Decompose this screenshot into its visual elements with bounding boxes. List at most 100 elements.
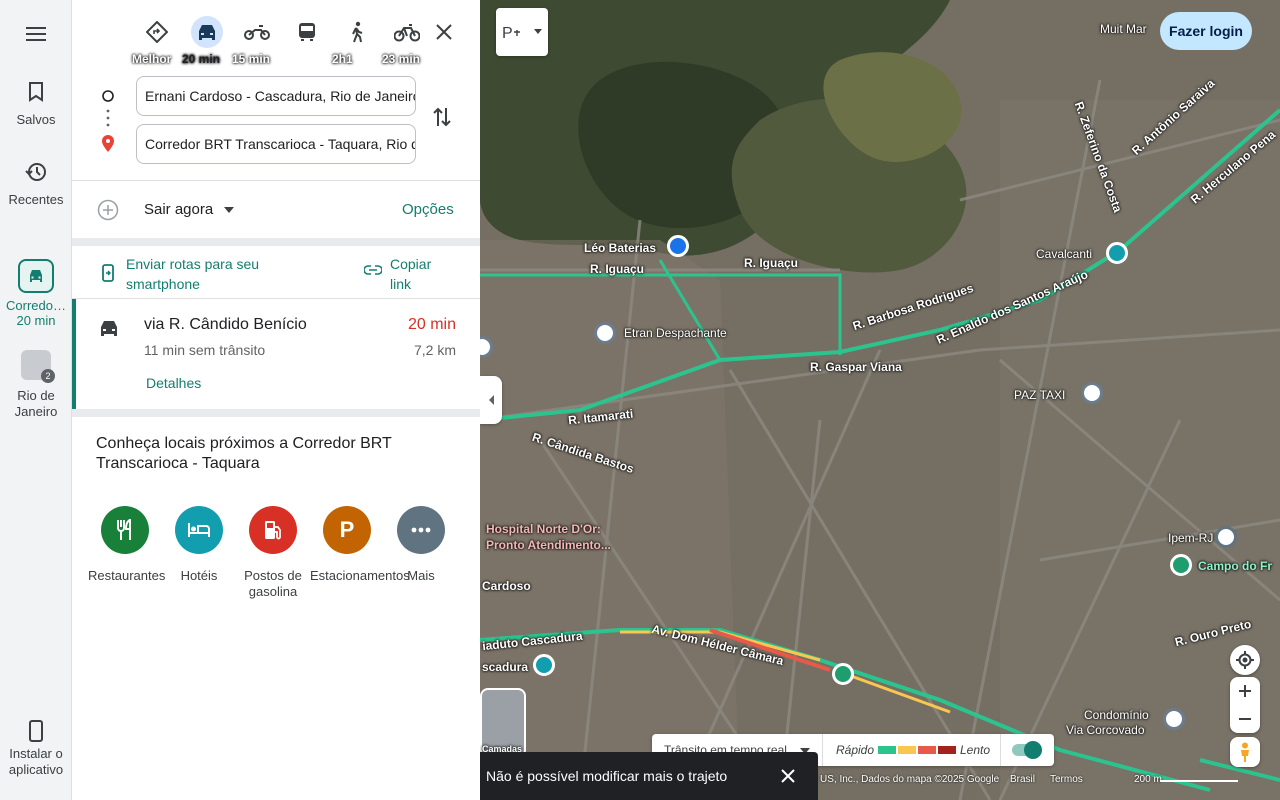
destination-input[interactable]: Corredor BRT Transcarioca - Taquara, Rio…	[136, 124, 416, 164]
poi-pin-icon[interactable]	[1081, 382, 1103, 404]
options-button[interactable]: Opções	[402, 201, 454, 218]
my-location-button[interactable]	[1230, 645, 1260, 675]
nearby-categories: Restaurantes Hotéis Postos de gasolina P…	[88, 506, 458, 600]
category-restaurants[interactable]: Restaurantes	[88, 506, 165, 600]
rail-place-label: Rio de Janeiro	[14, 388, 58, 419]
category-label: Estacionamentos	[310, 568, 410, 583]
parking-layer-icon: P	[502, 25, 520, 42]
map-canvas[interactable]: P Muit Mar Fazer login Léo Baterias R. I…	[480, 0, 1280, 800]
route-via: via R. Cândido Benício	[144, 316, 307, 333]
park-pin-icon[interactable]	[1170, 554, 1192, 576]
poi-pin-icon[interactable]	[594, 322, 616, 344]
rail-route-label: Corredo…	[6, 298, 66, 313]
share-row: Enviar rotas para seu smartphone Copiar …	[72, 246, 480, 298]
rail-route-item[interactable]: Corredo… 20 min	[0, 259, 72, 328]
transit-stop-icon[interactable]	[533, 654, 555, 676]
mode-bicycle[interactable]: 23 min	[382, 14, 432, 66]
map-label-gaspar: R. Gaspar Viana	[810, 360, 902, 374]
snackbar-message: Não é possível modificar mais o trajeto	[486, 768, 728, 784]
category-more[interactable]: Mais	[384, 506, 458, 600]
poi-pin-icon[interactable]	[1163, 708, 1185, 730]
category-label: Postos de gasolina	[244, 568, 302, 599]
mode-best-label: Melhor	[132, 52, 172, 66]
traffic-toggle[interactable]	[1012, 741, 1042, 759]
category-parking[interactable]: P Estacionamentos	[310, 506, 410, 600]
send-to-phone-link[interactable]: Enviar rotas para seu smartphone	[126, 254, 306, 294]
install-app-button[interactable]: Instalar o aplicativo	[0, 720, 72, 778]
mode-car[interactable]: 20 min	[182, 14, 232, 66]
more-icon	[397, 506, 445, 554]
traffic-slow-label: Lento	[960, 743, 991, 757]
map-label-ipem: Ipem-RJ	[1168, 531, 1214, 545]
transit-stop-icon[interactable]	[1106, 242, 1128, 264]
parking-icon: P	[323, 506, 371, 554]
map-type-button[interactable]: P	[496, 8, 548, 56]
traffic-color-fast	[878, 746, 896, 754]
section-divider	[72, 238, 480, 246]
street-view-button[interactable]	[1230, 737, 1260, 767]
map-label-condominio-1: Condomínio	[1084, 708, 1149, 722]
close-directions-button[interactable]	[432, 20, 456, 44]
government-pin-icon[interactable]	[1215, 526, 1237, 548]
traffic-color-slow	[918, 746, 936, 754]
mode-walk[interactable]: 2h1	[332, 14, 382, 66]
category-label: Mais	[407, 568, 435, 583]
leave-now-label: Sair agora	[144, 201, 214, 218]
map-label-etran: Etran Despachante	[624, 326, 727, 340]
attribution-terms[interactable]: Termos	[1050, 774, 1083, 785]
swap-button[interactable]	[432, 106, 452, 133]
dot-1	[106, 109, 110, 113]
section-divider	[72, 409, 480, 417]
attribution-country[interactable]: Brasil	[1010, 774, 1035, 785]
zoom-in-icon[interactable]	[1238, 684, 1252, 698]
login-button[interactable]: Fazer login	[1160, 12, 1252, 50]
add-stop-icon[interactable]	[97, 199, 119, 221]
snackbar: Não é possível modificar mais o trajeto	[480, 752, 818, 800]
link-icon	[364, 265, 382, 275]
motorcycle-icon	[241, 16, 273, 48]
category-gas-stations[interactable]: Postos de gasolina	[236, 506, 310, 600]
car-icon	[18, 259, 54, 293]
close-icon[interactable]	[780, 768, 796, 784]
map-label-scadura: scadura	[482, 660, 529, 674]
bookmark-icon	[29, 82, 43, 102]
map-label-iguacu-1: R. Iguaçu	[590, 262, 645, 276]
chevron-left-icon	[489, 395, 494, 405]
attribution-imagery: US, Inc., Dados do mapa ©2025 Google	[820, 774, 1000, 785]
hamburger-icon	[26, 27, 46, 41]
route-distance: 7,2 km	[413, 342, 456, 358]
phone-icon	[29, 720, 43, 742]
map-label-top: Muit Mar	[1100, 22, 1147, 36]
mode-best[interactable]: Melhor	[132, 14, 182, 66]
route-option-card[interactable]: via R. Cândido Benício 20 min 11 min sem…	[72, 299, 480, 409]
map-label-hospital-2: Pronto Atendimento...	[486, 538, 611, 552]
zoom-out-icon[interactable]	[1238, 712, 1252, 726]
recent-button[interactable]: Recentes	[0, 162, 72, 207]
map-label-cavalcanti: Cavalcanti	[1036, 247, 1093, 261]
leave-row: Sair agora Opções	[72, 194, 480, 226]
copy-link-button[interactable]: Copiar link	[390, 254, 450, 294]
attribution-scale: 200 m	[1134, 774, 1162, 785]
saved-button[interactable]: Salvos	[0, 82, 72, 127]
rail-route-time: 20 min	[16, 313, 56, 328]
transit-stop-icon[interactable]	[832, 663, 854, 685]
category-hotels[interactable]: Hotéis	[162, 506, 236, 600]
collapse-panel-button[interactable]	[480, 376, 502, 424]
map-label-cardoso: Cardoso	[482, 579, 531, 593]
map-label-paz-taxi: PAZ TAXI	[1014, 388, 1066, 402]
layers-button[interactable]: Camadas	[480, 688, 526, 758]
shopping-pin-icon[interactable]	[667, 235, 689, 257]
map-attribution: US, Inc., Dados do mapa ©2025 Google Bra…	[820, 774, 1280, 788]
car-icon	[191, 16, 223, 48]
divider	[72, 180, 480, 181]
route-traffic-note: 11 min sem trânsito	[144, 342, 266, 358]
mode-motorcycle[interactable]: 15 min	[232, 14, 282, 66]
mode-transit[interactable]	[282, 14, 332, 52]
menu-button[interactable]	[0, 26, 72, 42]
traffic-fast-label: Rápido	[836, 743, 875, 757]
route-details-button[interactable]: Detalhes	[146, 375, 201, 391]
leave-now-dropdown[interactable]: Sair agora	[144, 201, 235, 218]
map-label-iguacu-2: R. Iguaçu	[744, 256, 799, 270]
rail-place-item[interactable]: 2 Rio de Janeiro	[0, 350, 72, 420]
origin-input[interactable]: Ernani Cardoso - Cascadura, Rio de Janei…	[136, 76, 416, 116]
